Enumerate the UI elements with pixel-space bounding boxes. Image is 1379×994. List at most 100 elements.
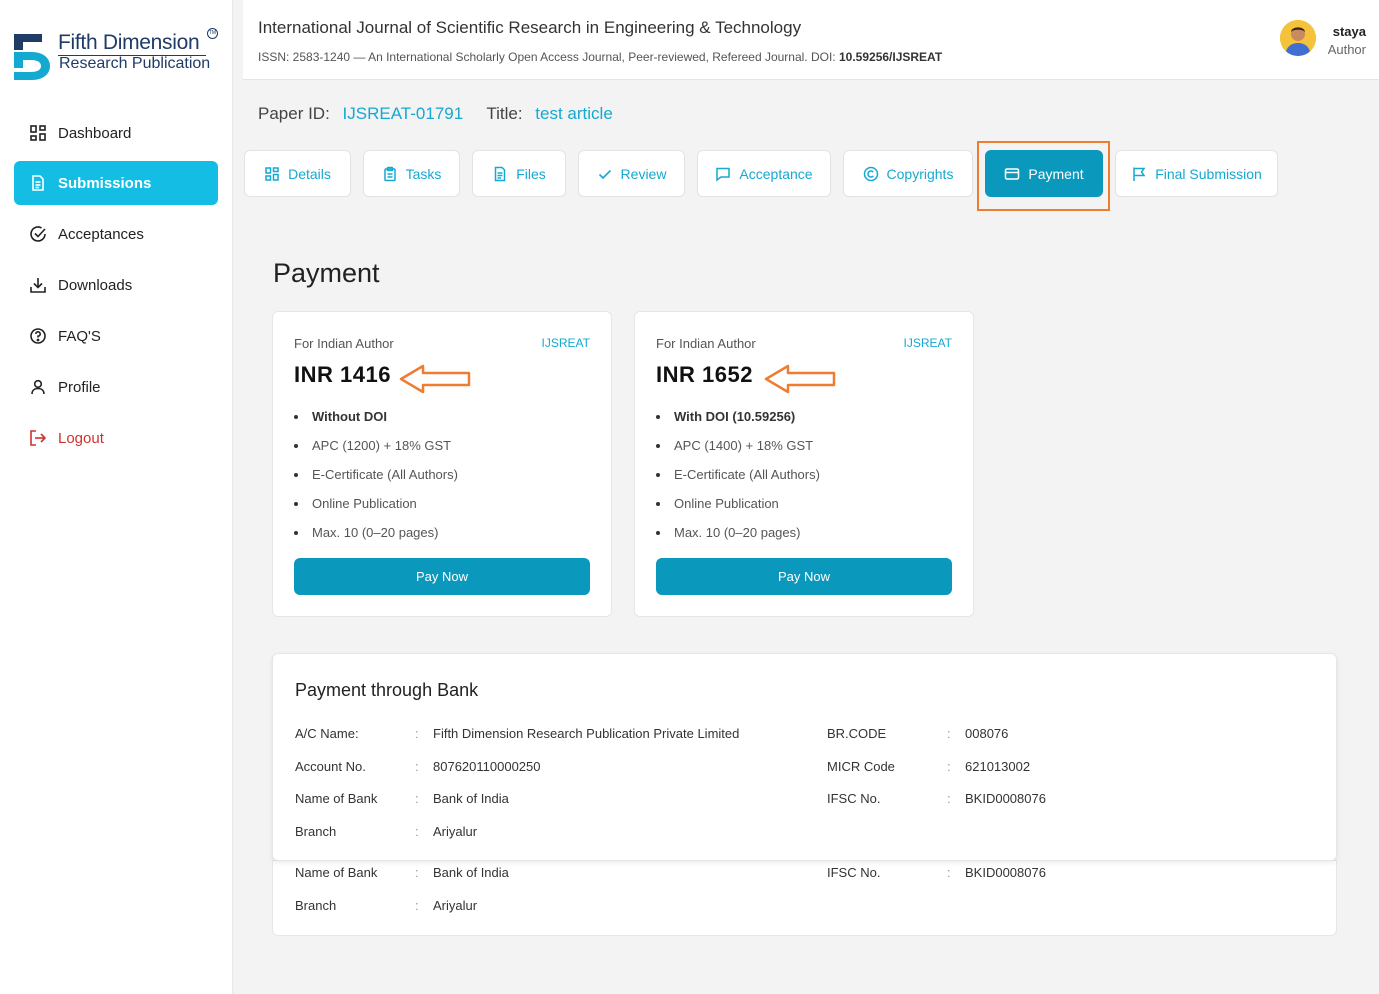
sidebar-item-label: Downloads (58, 276, 133, 294)
bank-row-label: Name of Bank (295, 791, 378, 806)
copyright-icon (863, 166, 879, 182)
sidebar-item-downloads[interactable]: Downloads (14, 263, 218, 307)
card-feature-list: Without DOI APC (1200) + 18% GST E-Certi… (294, 402, 458, 547)
bank-row-value: Fifth Dimension Research Publication Pri… (433, 726, 740, 741)
list-item: Online Publication (294, 489, 458, 518)
user-icon (28, 377, 48, 397)
bank-row-separator: : (415, 898, 419, 913)
bank-row-label: BR.CODE (827, 726, 887, 741)
journal-doi: 10.59256/IJSREAT (838, 50, 943, 64)
download-icon (28, 275, 48, 295)
page-title: Payment (273, 258, 380, 288)
bank-row-value: 621013002 (965, 759, 1031, 774)
avatar-person-icon (1280, 20, 1316, 56)
price-card-with-doi: For Indian Author IJSREAT INR 1652 With … (634, 311, 974, 617)
sidebar-item-label: Submissions (58, 174, 152, 192)
check-icon (597, 166, 613, 182)
journal-title: International Journal of Scientific Rese… (258, 18, 802, 37)
tab-acceptance[interactable]: Acceptance (697, 150, 831, 197)
sidebar-item-label: Acceptances (58, 225, 144, 243)
list-item: Online Publication (656, 489, 820, 518)
bank-row-value: BKID0008076 (965, 791, 1046, 806)
annotation-arrow-icon (399, 364, 471, 394)
user-name: staya (1332, 24, 1366, 39)
paper-title-value: test article (535, 104, 613, 123)
grid-icon (264, 166, 280, 182)
paper-title-label: Title: (486, 104, 523, 123)
payment-tab-annotation-box (977, 141, 1110, 211)
list-item: Without DOI (294, 402, 458, 431)
brand-subtitle: Research Publication (59, 55, 211, 72)
flag-icon (1131, 166, 1147, 182)
annotation-arrow-icon (764, 364, 836, 394)
paper-id-label: Paper ID: (258, 104, 330, 123)
list-item: E-Certificate (All Authors) (656, 460, 820, 489)
bank-row-value: Ariyalur (433, 898, 478, 913)
bank-row-separator: : (947, 865, 951, 880)
bank-row-label: IFSC No. (827, 865, 881, 880)
grid-icon (28, 123, 48, 143)
trademark-mark: TM (207, 28, 218, 39)
card-price: INR 1416 (294, 362, 391, 387)
sidebar-item-dashboard[interactable]: Dashboard (14, 111, 218, 155)
tab-label: Files (516, 165, 546, 182)
user-role: Author (1327, 42, 1366, 57)
journal-subtitle: ISSN: 2583-1240 — An International Schol… (258, 50, 942, 64)
bank-row-label: IFSC No. (827, 791, 881, 806)
bank-row-label: Account No. (295, 759, 366, 774)
bank-row-separator: : (415, 824, 419, 839)
card-brand: IJSREAT (903, 336, 952, 350)
sidebar-item-label: Logout (58, 429, 104, 447)
tab-label: Final Submission (1155, 165, 1262, 182)
tab-details[interactable]: Details (244, 150, 351, 197)
sidebar: Fifth Dimension Research Publication TM … (0, 0, 233, 994)
bank-title: Payment through Bank (295, 680, 479, 700)
top-header: International Journal of Scientific Rese… (243, 0, 1379, 80)
card-audience: For Indian Author (656, 336, 756, 351)
bank-row-value: Bank of India (433, 791, 509, 806)
bank-row-value: 008076 (965, 726, 1009, 741)
bank-row-separator: : (947, 791, 951, 806)
tab-final-submission[interactable]: Final Submission (1115, 150, 1278, 197)
check-circle-icon (28, 224, 48, 244)
bank-row-value: Bank of India (433, 865, 509, 880)
brand-name: Fifth Dimension (58, 31, 200, 54)
bank-row-value: BKID0008076 (965, 865, 1046, 880)
pay-now-button[interactable]: Pay Now (656, 558, 952, 595)
bank-row-value: Ariyalur (433, 824, 478, 839)
bank-row-label: Branch (295, 824, 337, 839)
sidebar-item-label: FAQ'S (58, 327, 101, 345)
sidebar-item-submissions[interactable]: Submissions (14, 161, 218, 205)
sidebar-item-logout[interactable]: Logout (14, 416, 218, 460)
card-feature-list: With DOI (10.59256) APC (1400) + 18% GST… (656, 402, 820, 547)
tab-label: Tasks (405, 165, 442, 182)
tab-copyrights[interactable]: Copyrights (843, 150, 973, 197)
list-item: APC (1400) + 18% GST (656, 431, 820, 460)
list-item: With DOI (10.59256) (656, 402, 820, 431)
avatar[interactable] (1280, 20, 1316, 56)
bank-details-card: Payment through Bank A/C Name: : Fifth D… (272, 653, 1337, 861)
tab-label: Copyrights (886, 165, 954, 182)
sidebar-item-acceptances[interactable]: Acceptances (14, 212, 218, 256)
sidebar-item-label: Dashboard (58, 124, 132, 142)
tab-label: Acceptance (739, 165, 813, 182)
sidebar-item-faq[interactable]: FAQ'S (14, 314, 218, 358)
pay-now-button[interactable]: Pay Now (294, 558, 590, 595)
tab-files[interactable]: Files (472, 150, 566, 197)
bank-row-value: 807620110000250 (433, 759, 541, 774)
document-icon (28, 173, 48, 193)
sidebar-item-profile[interactable]: Profile (14, 365, 218, 409)
tab-review[interactable]: Review (578, 150, 685, 197)
brand-logo[interactable]: Fifth Dimension Research Publication TM (12, 28, 222, 84)
tab-label: Details (288, 165, 331, 182)
card-audience: For Indian Author (294, 336, 394, 351)
tab-tasks[interactable]: Tasks (363, 150, 460, 197)
paper-id-value: IJSREAT-01791 (342, 104, 464, 123)
question-icon (28, 326, 48, 346)
bank-row-separator: : (947, 726, 951, 741)
logout-icon (28, 428, 48, 448)
sidebar-item-label: Profile (58, 378, 101, 396)
bank-row-separator: : (415, 791, 419, 806)
bank-row-separator: : (415, 865, 419, 880)
bank-row-label: A/C Name: (295, 726, 359, 741)
